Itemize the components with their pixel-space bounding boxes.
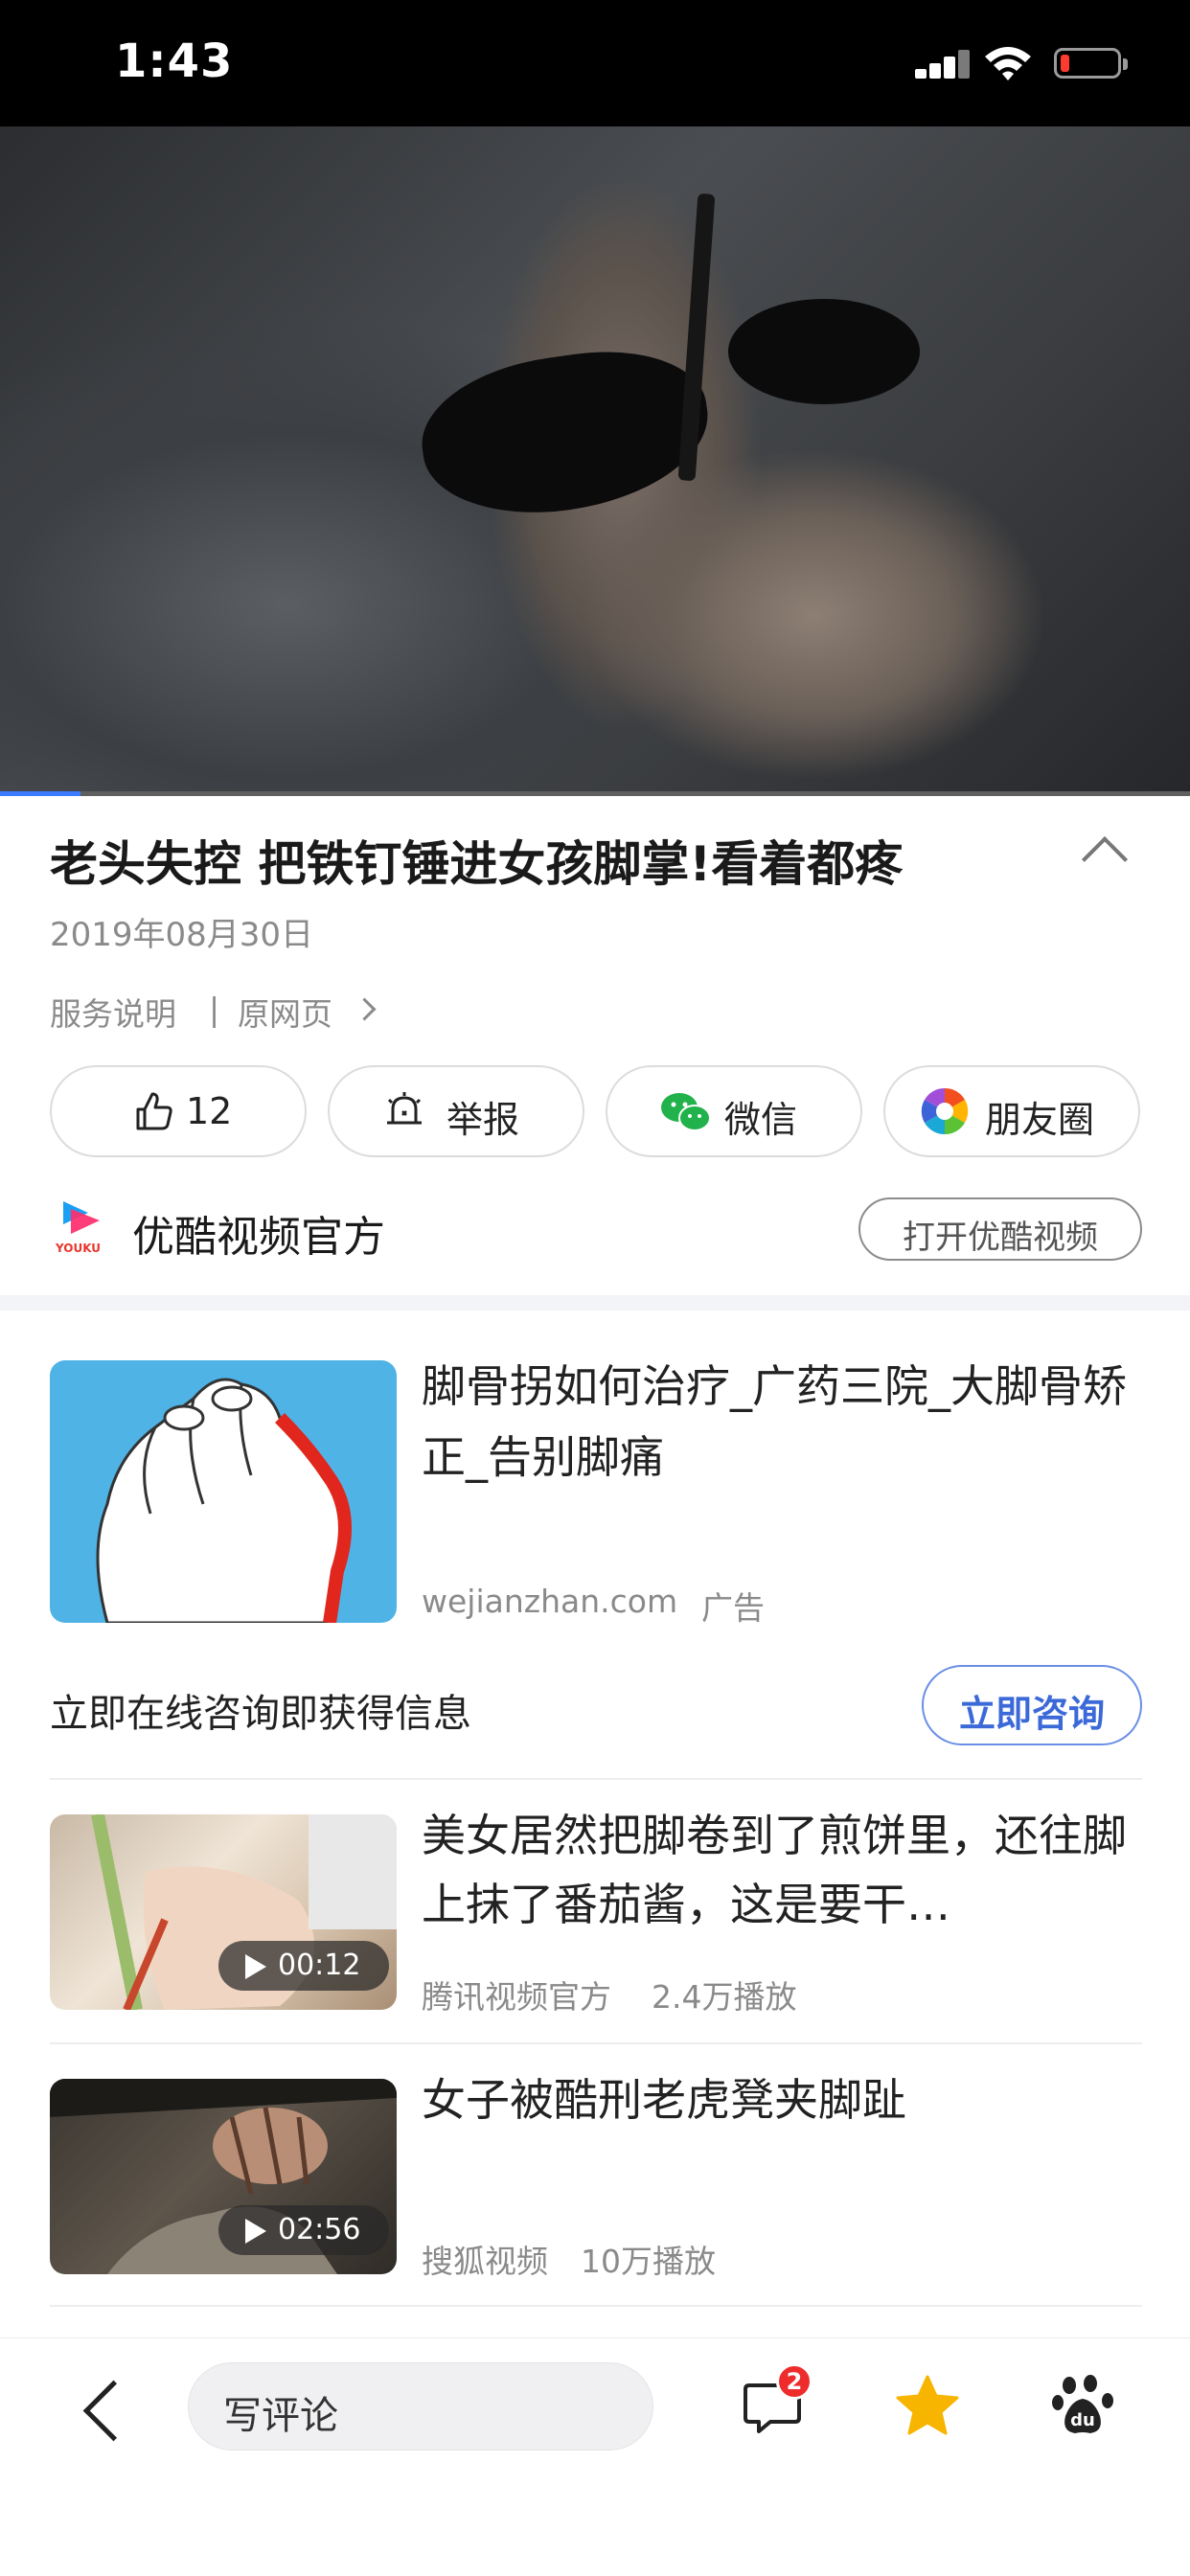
article-date: 2019年08月30日 — [50, 916, 314, 954]
service-description-link[interactable]: 服务说明 — [50, 989, 176, 1035]
play-icon — [245, 1954, 266, 1979]
video-duration: 02:56 — [278, 2213, 361, 2246]
collapse-chevron-icon[interactable] — [1081, 835, 1129, 883]
youku-logo-text: YOUKU — [56, 1242, 102, 1255]
source-name[interactable]: 优酷视频官方 — [132, 1202, 385, 1264]
original-page-link[interactable]: 原网页 — [238, 989, 332, 1035]
moments-icon — [921, 1087, 969, 1135]
comment-placeholder: 写评论 — [223, 2394, 338, 2438]
baidu-paw-icon[interactable]: du — [1052, 2374, 1113, 2437]
like-button[interactable]: 12 — [50, 1065, 307, 1157]
video-plays: 10万播放 — [581, 2243, 716, 2280]
video-player[interactable] — [0, 126, 1190, 795]
video-thumbnail[interactable]: 00:12 — [50, 1814, 397, 2010]
wechat-label: 微信 — [724, 1099, 798, 1141]
consult-button[interactable]: 立即咨询 — [922, 1665, 1142, 1745]
moments-label: 朋友圈 — [985, 1099, 1095, 1141]
favorite-star-icon[interactable] — [895, 2374, 960, 2437]
list-divider — [50, 1778, 1142, 1780]
ad-label: 广告 — [701, 1589, 765, 1627]
open-youku-label: 打开优酷视频 — [903, 1219, 1098, 1257]
wechat-icon — [661, 1093, 711, 1131]
chevron-right-icon — [353, 997, 377, 1021]
link-separator: | — [209, 991, 220, 1028]
video-title[interactable]: 美女居然把脚卷到了煎饼里，还往脚上抹了番茄酱，这是要干… — [422, 1801, 1131, 1939]
list-divider — [50, 2305, 1142, 2307]
report-button[interactable]: 举报 — [328, 1065, 584, 1157]
play-icon — [245, 2219, 266, 2244]
cellular-signal-icon — [915, 50, 971, 79]
youku-logo: YOUKU — [56, 1199, 107, 1255]
wifi-icon — [985, 47, 1031, 80]
video-duration: 00:12 — [278, 1949, 361, 1982]
ad-thumbnail[interactable] — [50, 1360, 397, 1623]
article-title: 老头失控 把铁钉锤进女孩脚掌!看着都疼 — [50, 836, 904, 892]
video-source: 腾讯视频官方 — [422, 1978, 611, 2016]
comment-count: 2 — [786, 2368, 803, 2395]
duration-badge: 02:56 — [218, 2205, 389, 2255]
video-progress-fill — [0, 791, 81, 796]
video-source: 搜狐视频 — [422, 2243, 548, 2280]
video-plays: 2.4万播放 — [652, 1978, 797, 2016]
battery-icon — [1054, 48, 1128, 79]
status-bar: 1:43 — [0, 0, 1190, 126]
ad-cta-text: 立即在线咨询即获得信息 — [50, 1692, 471, 1736]
status-time: 1:43 — [115, 34, 234, 88]
share-wechat-button[interactable]: 微信 — [606, 1065, 862, 1157]
comment-input[interactable]: 写评论 — [188, 2362, 653, 2451]
comment-count-badge: 2 — [776, 2363, 812, 2400]
list-divider — [50, 2042, 1142, 2044]
svg-text:du: du — [1070, 2410, 1095, 2430]
open-youku-button[interactable]: 打开优酷视频 — [858, 1197, 1142, 1261]
thumbs-up-icon — [136, 1092, 172, 1130]
video-title[interactable]: 女子被酷刑老虎凳夹脚趾 — [422, 2065, 1131, 2134]
section-divider — [0, 1295, 1190, 1311]
video-progress-bar[interactable] — [0, 791, 1190, 796]
ad-site: wejianzhan.com — [422, 1583, 678, 1620]
duration-badge: 00:12 — [218, 1941, 389, 1991]
report-bell-icon — [387, 1092, 422, 1125]
video-thumbnail[interactable]: 02:56 — [50, 2079, 397, 2274]
ad-title[interactable]: 脚骨拐如何治疗_广药三院_大脚骨矫正_告别脚痛 — [422, 1351, 1131, 1493]
consult-label: 立即咨询 — [958, 1693, 1105, 1735]
report-label: 举报 — [446, 1099, 520, 1141]
share-moments-button[interactable]: 朋友圈 — [883, 1065, 1140, 1157]
like-count: 12 — [186, 1090, 233, 1132]
